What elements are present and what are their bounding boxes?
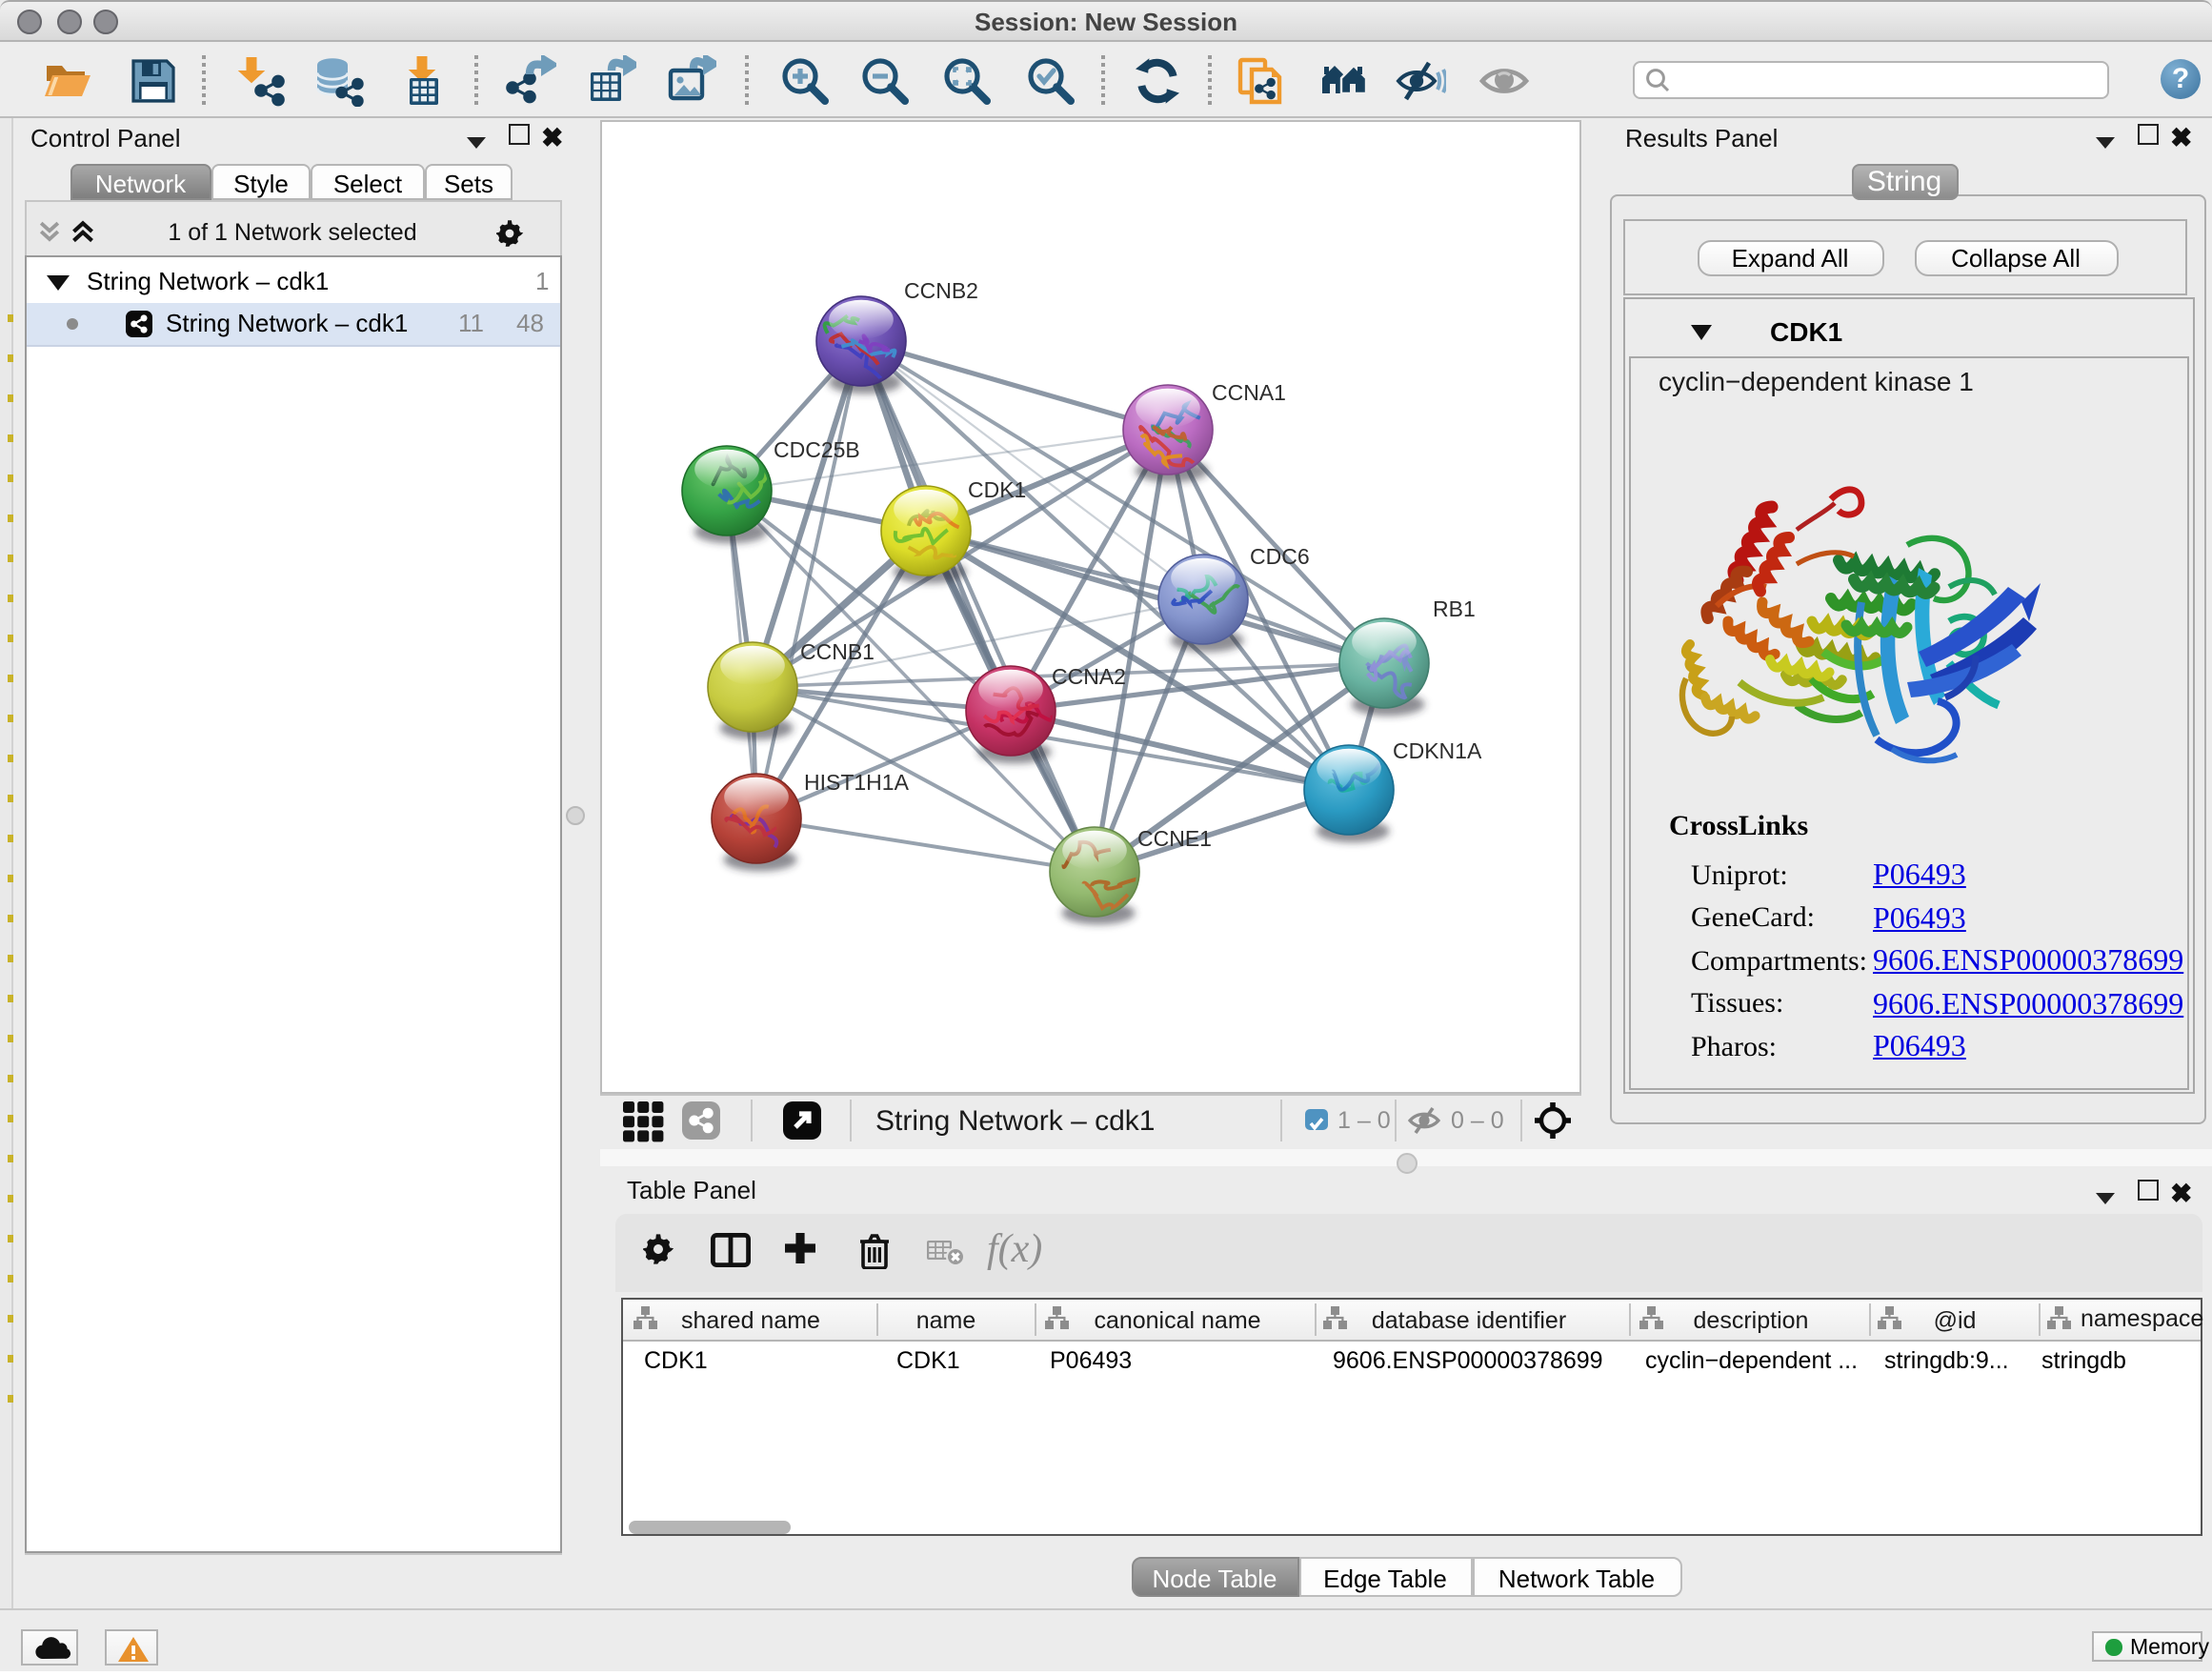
svg-text:CDC6: CDC6 — [1250, 543, 1310, 568]
svg-text:CCNA1: CCNA1 — [1212, 379, 1286, 404]
svg-text:CDK1: CDK1 — [968, 476, 1026, 501]
svg-text:CCNB2: CCNB2 — [904, 277, 978, 302]
svg-text:CCNE1: CCNE1 — [1137, 825, 1212, 850]
svg-text:CCNA2: CCNA2 — [1052, 663, 1126, 688]
svg-text:HIST1H1A: HIST1H1A — [804, 769, 910, 794]
svg-text:RB1: RB1 — [1433, 596, 1476, 620]
svg-text:CCNB1: CCNB1 — [800, 638, 875, 663]
svg-text:CDKN1A: CDKN1A — [1393, 737, 1482, 762]
svg-text:CDC25B: CDC25B — [774, 436, 860, 461]
